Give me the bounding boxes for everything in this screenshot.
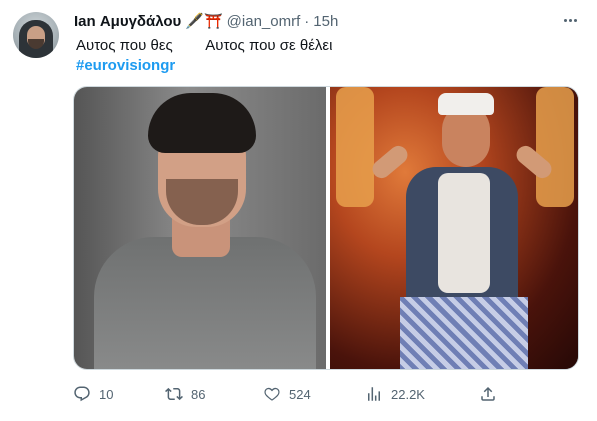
retweet-icon	[165, 387, 183, 401]
pen-emoji: 🖋️	[185, 13, 204, 30]
reply-icon	[74, 386, 90, 402]
tweet-media[interactable]	[73, 86, 579, 370]
views-button[interactable]: 22.2K	[365, 382, 425, 406]
author-handle[interactable]: @ian_omrf	[227, 13, 301, 30]
views-count: 22.2K	[391, 386, 425, 402]
retweet-count: 86	[191, 386, 206, 402]
more-button[interactable]	[560, 10, 580, 30]
reply-button[interactable]: 10	[73, 382, 113, 406]
portrait-hair	[148, 93, 256, 153]
performer-hat	[438, 93, 494, 115]
views-icon	[368, 387, 380, 401]
stage-panel	[336, 87, 374, 207]
tweet[interactable]: Ian Αμυγδάλου 🖋️ ⛩️ @ian_omrf · 15h Αυτο…	[0, 0, 597, 421]
stage-panel	[536, 87, 574, 207]
share-icon	[481, 386, 495, 401]
performer-skirt	[400, 297, 528, 369]
like-count: 524	[289, 386, 311, 402]
more-icon	[563, 18, 567, 22]
action-bar: 10 86 524 22.2K	[73, 382, 513, 406]
share-button[interactable]	[479, 382, 497, 406]
hashtag-link[interactable]: #eurovisiongr	[76, 56, 175, 76]
shrine-emoji: ⛩️	[203, 13, 223, 30]
performer-photo[interactable]	[330, 87, 578, 369]
author-emoji: 🖋️ ⛩️	[185, 12, 222, 30]
tweet-time[interactable]: 15h	[313, 13, 338, 30]
author-name[interactable]: Ian Αμυγδάλου	[74, 13, 181, 30]
tweet-header: Ian Αμυγδάλου 🖋️ ⛩️ @ian_omrf · 15h	[74, 11, 338, 31]
like-button[interactable]: 524	[263, 382, 311, 406]
performer-shirt	[438, 173, 490, 293]
more-icon	[568, 18, 572, 22]
tweet-text: Αυτος που θες Αυτος που σε θέλει	[76, 37, 333, 54]
heart-icon	[264, 387, 280, 401]
portrait-photo[interactable]	[74, 87, 326, 369]
more-icon	[573, 18, 577, 22]
avatar[interactable]	[13, 12, 59, 58]
reply-count: 10	[99, 386, 114, 402]
retweet-button[interactable]: 86	[165, 382, 205, 406]
separator-dot: ·	[304, 12, 310, 30]
